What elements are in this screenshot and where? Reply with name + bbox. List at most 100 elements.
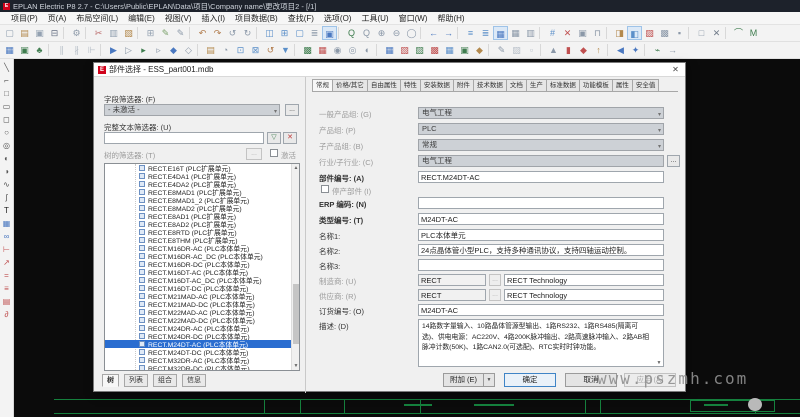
- toolbar-icon[interactable]: #: [545, 26, 560, 40]
- toolbar-icon[interactable]: ↺: [263, 43, 278, 57]
- name3-input[interactable]: [418, 259, 664, 271]
- toolbar-icon[interactable]: ◆: [472, 43, 487, 57]
- toolbar-icon[interactable]: ↷: [210, 26, 225, 40]
- manufacturer-browse-button[interactable]: ...: [489, 274, 501, 286]
- toolbar-icon[interactable]: →: [665, 43, 680, 57]
- toolbar-icon[interactable]: ▮: [561, 43, 576, 57]
- toolbar-icon[interactable]: ▣: [575, 26, 590, 40]
- toolbar-icon[interactable]: ⚙: [69, 26, 84, 40]
- order-number-input[interactable]: [418, 304, 664, 316]
- drawing-tool-icon[interactable]: ʃ: [0, 191, 13, 204]
- toolbar-icon[interactable]: ▦: [2, 43, 17, 57]
- toolbar-icon[interactable]: ∥: [54, 43, 69, 57]
- drawing-tool-icon[interactable]: ╲: [0, 61, 13, 74]
- toolbar-icon[interactable]: ▪: [672, 26, 687, 40]
- toolbar-icon[interactable]: ▲: [546, 43, 561, 57]
- toolbar-icon[interactable]: ▣: [32, 26, 47, 40]
- toolbar-icon[interactable]: →: [441, 26, 456, 40]
- toolbar-icon[interactable]: ▨: [412, 43, 427, 57]
- pane-divider[interactable]: [305, 77, 306, 393]
- toolbar-icon[interactable]: ↑: [591, 43, 606, 57]
- scroll-down-icon[interactable]: ▼: [292, 362, 300, 370]
- chevron-down-icon[interactable]: ▼: [483, 374, 494, 386]
- scroll-up-icon[interactable]: ▲: [292, 164, 300, 172]
- toolbar-icon[interactable]: ⊕: [374, 26, 389, 40]
- toolbar-icon[interactable]: □: [694, 26, 709, 40]
- tab-combination[interactable]: 组合: [153, 374, 177, 387]
- manufacturer-name-input[interactable]: [504, 274, 664, 286]
- toolbar-icon[interactable]: ▦: [382, 43, 397, 57]
- drawing-tool-icon[interactable]: ⊢: [0, 243, 13, 256]
- toolbar-icon[interactable]: ←: [426, 26, 441, 40]
- toolbar-icon[interactable]: ≣: [478, 26, 493, 40]
- tree-filter-browse-button[interactable]: ...: [246, 148, 262, 160]
- menu-item[interactable]: 视图(V): [160, 12, 197, 25]
- type-number-input[interactable]: [418, 213, 664, 225]
- toolbar-icon[interactable]: ▤: [17, 26, 32, 40]
- toolbar-icon[interactable]: ✕: [709, 26, 724, 40]
- toolbar-icon[interactable]: ▸: [136, 43, 151, 57]
- toolbar-icon[interactable]: ⊡: [233, 43, 248, 57]
- supplier-browse-button[interactable]: ...: [489, 289, 501, 301]
- dialog-titlebar[interactable]: E 部件选择 - ESS_part001.mdb: [94, 63, 685, 77]
- menu-item[interactable]: 页(A): [43, 12, 72, 25]
- drawing-tool-icon[interactable]: ∂: [0, 308, 13, 321]
- trade-browse-button[interactable]: ...: [667, 155, 680, 167]
- toolbar-icon[interactable]: ▢: [2, 26, 17, 40]
- menu-item[interactable]: 编辑(E): [123, 12, 160, 25]
- manufacturer-code-input[interactable]: [418, 274, 486, 286]
- drawing-tool-icon[interactable]: ◎: [0, 139, 13, 152]
- toolbar-icon[interactable]: ▩: [427, 43, 442, 57]
- ok-button[interactable]: 确定: [504, 373, 556, 387]
- toolbar-icon[interactable]: ▦: [315, 43, 330, 57]
- toolbar-icon[interactable]: ◫: [262, 26, 277, 40]
- toolbar-icon[interactable]: ▧: [121, 26, 136, 40]
- drawing-tool-icon[interactable]: ◐: [0, 152, 13, 165]
- toolbar-icon[interactable]: ⊞: [277, 26, 292, 40]
- drawing-tool-icon[interactable]: ↗: [0, 256, 13, 269]
- drawing-tool-icon[interactable]: ◑: [0, 165, 13, 178]
- toolbar-icon[interactable]: ◆: [576, 43, 591, 57]
- menu-item[interactable]: 查找(F): [283, 12, 319, 25]
- toolbar-icon[interactable]: ▼: [278, 43, 293, 57]
- part-number-input[interactable]: [418, 171, 664, 183]
- toolbar-icon[interactable]: ↻: [240, 26, 255, 40]
- toolbar-icon[interactable]: ▷: [121, 43, 136, 57]
- toolbar-icon[interactable]: ◀: [613, 43, 628, 57]
- toolbar-icon[interactable]: ▶: [106, 43, 121, 57]
- menu-item[interactable]: 选项(O): [319, 12, 357, 25]
- toolbar-icon[interactable]: ▢: [292, 26, 307, 40]
- drawing-tool-icon[interactable]: ▤: [0, 295, 13, 308]
- toolbar-icon[interactable]: ▥: [523, 26, 538, 40]
- toolbar-icon[interactable]: Q: [359, 26, 374, 40]
- field-filter-select[interactable]: - 未激活 - ▾: [104, 104, 280, 116]
- toolbar-icon[interactable]: ♣: [32, 43, 47, 57]
- toolbar-icon[interactable]: ≣: [307, 26, 322, 40]
- toolbar-icon[interactable]: ▦: [493, 26, 508, 40]
- toolbar-icon[interactable]: ◇: [181, 43, 196, 57]
- supplier-name-input[interactable]: [504, 289, 664, 301]
- toolbar-icon[interactable]: ✕: [560, 26, 575, 40]
- toolbar-icon[interactable]: ⊓: [590, 26, 605, 40]
- menu-item[interactable]: 帮助(H): [432, 12, 469, 25]
- part-tree[interactable]: RECT.E16T (PLC扩展单元) RECT.E4DA1 (PLC扩展单元)…: [104, 163, 300, 371]
- toolbar-icon[interactable]: ▦: [442, 43, 457, 57]
- drawing-tool-icon[interactable]: ≡: [0, 282, 13, 295]
- toolbar-icon[interactable]: ✎: [494, 43, 509, 57]
- activate-checkbox[interactable]: [270, 149, 278, 157]
- scrollbar-thumb[interactable]: [293, 284, 299, 344]
- toolbar-icon[interactable]: M: [746, 26, 761, 40]
- drawing-tool-icon[interactable]: □: [0, 87, 13, 100]
- menu-item[interactable]: 布局空间(L): [71, 12, 123, 25]
- discontinued-checkbox[interactable]: [321, 185, 329, 193]
- toolbar-icon[interactable]: ◧: [627, 26, 642, 40]
- toolbar-icon[interactable]: ◯: [404, 26, 419, 40]
- menu-item[interactable]: 插入(I): [196, 12, 230, 25]
- toolbar-icon[interactable]: ▫: [524, 43, 539, 57]
- toolbar-icon[interactable]: ▣: [457, 43, 472, 57]
- drawing-tool-icon[interactable]: ⌐: [0, 74, 13, 87]
- drawing-tool-icon[interactable]: ○: [0, 126, 13, 139]
- toolbar-icon[interactable]: ▥: [106, 26, 121, 40]
- toolbar-icon[interactable]: ▣: [17, 43, 32, 57]
- toolbar-icon[interactable]: Q: [344, 26, 359, 40]
